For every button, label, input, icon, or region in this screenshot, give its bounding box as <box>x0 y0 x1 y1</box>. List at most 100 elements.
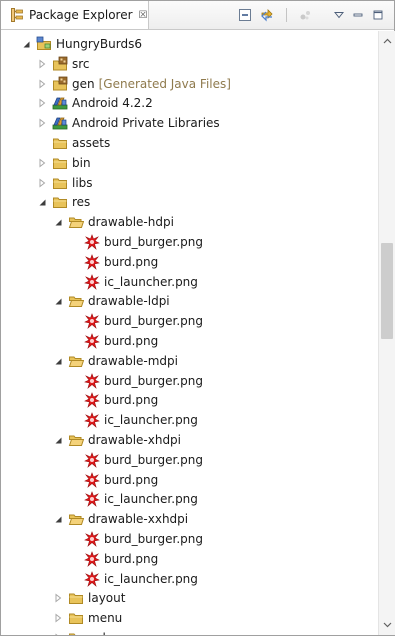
tree-item-hungryburds6[interactable]: HungryBurds6 <box>1 34 377 54</box>
collapsed-arrow-icon[interactable] <box>37 79 47 89</box>
no-arrow <box>69 415 79 425</box>
no-arrow <box>69 574 79 584</box>
no-arrow <box>69 534 79 544</box>
collapsed-arrow-icon[interactable] <box>53 633 63 635</box>
tree-item-label: burd_burger.png <box>104 314 203 328</box>
minimize-icon[interactable] <box>350 7 366 23</box>
collapsed-arrow-icon[interactable] <box>37 59 47 69</box>
expanded-arrow-icon[interactable] <box>21 39 31 49</box>
tree-item-label: ic_launcher.png <box>104 275 198 289</box>
openfolder-icon <box>68 214 84 230</box>
tree-item-drawable-xhdpi[interactable]: drawable-xhdpi <box>1 430 377 450</box>
tab-package-explorer[interactable]: Package Explorer ☒ <box>1 1 149 29</box>
project-tree[interactable]: HungryBurds6 src gen [Generated Java Files]… <box>1 31 377 635</box>
tree-item-label: drawable-ldpi <box>88 294 170 308</box>
tree-item-src[interactable]: src <box>1 54 377 74</box>
image-icon <box>84 551 100 567</box>
image-icon <box>84 254 100 270</box>
tree-item-drawable-mdpi[interactable]: drawable-mdpi <box>1 351 377 371</box>
scroll-down-icon[interactable] <box>379 617 395 633</box>
tree-item-drawable-xxhdpi[interactable]: drawable-xxhdpi <box>1 509 377 529</box>
tree-item-label: gen <box>72 77 95 91</box>
no-arrow <box>69 376 79 386</box>
expanded-arrow-icon[interactable] <box>53 435 63 445</box>
collapsed-arrow-icon[interactable] <box>53 593 63 603</box>
image-icon <box>84 571 100 587</box>
library-icon <box>52 115 68 131</box>
maximize-icon[interactable] <box>370 7 386 23</box>
project-icon <box>36 36 52 52</box>
image-icon <box>84 531 100 547</box>
tree-item-android-private-libraries[interactable]: Android Private Libraries <box>1 113 377 133</box>
tree-item-label: ic_launcher.png <box>104 572 198 586</box>
srcfolder-icon <box>52 56 68 72</box>
view-title: Package Explorer <box>29 8 133 22</box>
tree-item-gen[interactable]: gen [Generated Java Files] <box>1 74 377 94</box>
tree-item-ic-launcher-png[interactable]: ic_launcher.png <box>1 410 377 430</box>
tree-item-burd-png[interactable]: burd.png <box>1 252 377 272</box>
scroll-up-icon[interactable] <box>379 33 395 49</box>
folder-icon <box>52 155 68 171</box>
tree-item-ic-launcher-png[interactable]: ic_launcher.png <box>1 272 377 292</box>
openfolder-icon <box>68 353 84 369</box>
tree-item-burd-png[interactable]: burd.png <box>1 470 377 490</box>
folder-icon <box>52 135 68 151</box>
scrollbar-thumb[interactable] <box>381 243 393 339</box>
no-arrow <box>69 554 79 564</box>
tree-item-burd-burger-png[interactable]: burd_burger.png <box>1 529 377 549</box>
openfolder-icon <box>68 511 84 527</box>
tree-item-label: burd.png <box>104 334 159 348</box>
tree-item-libs[interactable]: libs <box>1 173 377 193</box>
tree-item-menu[interactable]: menu <box>1 608 377 628</box>
tree-item-burd-png[interactable]: burd.png <box>1 331 377 351</box>
tree-item-res[interactable]: res <box>1 192 377 212</box>
tree-item-label: burd.png <box>104 255 159 269</box>
expanded-arrow-icon[interactable] <box>53 296 63 306</box>
expanded-arrow-icon[interactable] <box>53 514 63 524</box>
collapse-all-icon[interactable] <box>237 7 253 23</box>
tree-item-burd-burger-png[interactable]: burd_burger.png <box>1 311 377 331</box>
focus-on-task-icon[interactable] <box>297 7 313 23</box>
tree-item-label: assets <box>72 136 111 150</box>
expanded-arrow-icon[interactable] <box>53 356 63 366</box>
tree-item-burd-burger-png[interactable]: burd_burger.png <box>1 371 377 391</box>
collapsed-arrow-icon[interactable] <box>53 613 63 623</box>
tree-item-android-4-2-2[interactable]: Android 4.2.2 <box>1 93 377 113</box>
tree-item-label: burd_burger.png <box>104 374 203 388</box>
collapsed-arrow-icon[interactable] <box>37 118 47 128</box>
tree-item-values[interactable]: values <box>1 628 377 635</box>
tree-item-burd-burger-png[interactable]: burd_burger.png <box>1 232 377 252</box>
expanded-arrow-icon[interactable] <box>37 197 47 207</box>
no-arrow <box>69 475 79 485</box>
image-icon <box>84 333 100 349</box>
vertical-scrollbar[interactable] <box>378 31 395 635</box>
no-arrow <box>69 277 79 287</box>
image-icon <box>84 274 100 290</box>
srcfolder-icon <box>52 76 68 92</box>
tree-item-ic-launcher-png[interactable]: ic_launcher.png <box>1 569 377 589</box>
tree-item-drawable-hdpi[interactable]: drawable-hdpi <box>1 212 377 232</box>
tree-item-burd-burger-png[interactable]: burd_burger.png <box>1 450 377 470</box>
collapsed-arrow-icon[interactable] <box>37 158 47 168</box>
tree-item-label: menu <box>88 611 123 625</box>
tree-item-assets[interactable]: assets <box>1 133 377 153</box>
tree-item-label: drawable-hdpi <box>88 215 174 229</box>
collapsed-arrow-icon[interactable] <box>37 178 47 188</box>
close-icon[interactable]: ☒ <box>139 10 148 21</box>
link-with-editor-icon[interactable] <box>259 7 275 23</box>
tree-item-burd-png[interactable]: burd.png <box>1 390 377 410</box>
collapsed-arrow-icon[interactable] <box>37 98 47 108</box>
expanded-arrow-icon[interactable] <box>53 217 63 227</box>
view-menu-icon[interactable] <box>331 7 347 23</box>
image-icon <box>84 313 100 329</box>
tree-item-ic-launcher-png[interactable]: ic_launcher.png <box>1 489 377 509</box>
tree-item-layout[interactable]: layout <box>1 588 377 608</box>
tree-item-drawable-ldpi[interactable]: drawable-ldpi <box>1 291 377 311</box>
image-icon <box>84 472 100 488</box>
tree-item-burd-png[interactable]: burd.png <box>1 549 377 569</box>
tree-item-label: burd.png <box>104 473 159 487</box>
openfolder-icon <box>68 293 84 309</box>
tree-item-label: src <box>72 57 90 71</box>
tree-item-label: values <box>88 631 127 635</box>
tree-item-bin[interactable]: bin <box>1 153 377 173</box>
